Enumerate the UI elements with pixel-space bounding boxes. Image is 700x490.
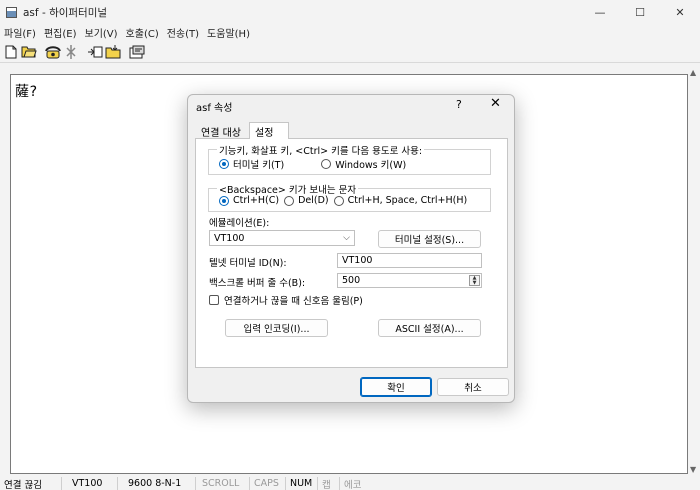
function-keys-legend: 기능키, 화살표 키, <Ctrl> 키를 다음 용도로 사용: <box>217 143 425 157</box>
call-icon[interactable] <box>44 43 62 61</box>
open-folder-icon[interactable] <box>20 43 38 61</box>
backscroll-value: 500 <box>342 275 361 286</box>
maximize-button[interactable]: ☐ <box>620 0 660 24</box>
radio-ctrl-h-label[interactable]: Ctrl+H(C) <box>233 195 279 206</box>
menu-bar: 파일(F) 편집(E) 보기(V) 호출(C) 전송(T) 도움말(H) <box>0 24 700 41</box>
radio-windows-keys[interactable] <box>321 159 332 169</box>
ok-button[interactable]: 확인 <box>360 377 432 397</box>
telnet-id-label: 텔넷 터미널 ID(N): <box>209 258 287 269</box>
status-port-settings: 9600 8-N-1 <box>118 477 196 490</box>
status-num: NUM <box>286 477 318 490</box>
status-scroll: SCROLL <box>196 477 250 490</box>
scroll-up-icon[interactable]: ▲ <box>690 68 696 77</box>
status-emulation: VT100 <box>62 477 118 490</box>
receive-icon[interactable] <box>104 43 122 61</box>
backspace-legend: <Backspace> 키가 보내는 문자 <box>217 182 359 196</box>
radio-ctrl-h-space[interactable] <box>333 195 344 206</box>
radio-terminal-keys-label[interactable]: 터미널 키(T) <box>233 157 284 171</box>
radio-del[interactable] <box>284 195 295 206</box>
properties-dialog: asf 속성 ? ✕ 연결 대상 설정 기능키, 화살표 키, <Ctrl> 키… <box>187 94 515 403</box>
window-title: asf - 하이퍼터미널 <box>23 6 108 19</box>
telnet-id-value: VT100 <box>342 255 373 266</box>
status-caps: CAPS <box>250 477 286 490</box>
tab-settings[interactable]: 설정 <box>249 122 289 139</box>
backscroll-stepper[interactable]: ▲ ▼ <box>469 275 480 286</box>
backscroll-field[interactable]: 500 ▲ ▼ <box>337 273 482 288</box>
new-file-icon[interactable] <box>2 43 20 61</box>
dialog-title: asf 속성 <box>196 103 233 114</box>
input-encoding-button[interactable]: 입력 인코딩(I)... <box>225 319 328 337</box>
backscroll-label: 백스크롤 버퍼 줄 수(B): <box>209 278 306 289</box>
backspace-group: <Backspace> 키가 보내는 문자 Ctrl+H(C) Del(D) C… <box>208 182 491 212</box>
backspace-options: Ctrl+H(C) Del(D) Ctrl+H, Space, Ctrl+H(H… <box>219 195 467 206</box>
settings-tab-panel: 기능키, 화살표 키, <Ctrl> 키를 다음 용도로 사용: 터미널 키(T… <box>195 138 508 368</box>
close-button[interactable]: ✕ <box>660 0 700 24</box>
disconnect-icon[interactable] <box>62 43 80 61</box>
radio-del-label[interactable]: Del(D) <box>298 195 329 206</box>
beep-checkbox[interactable] <box>209 295 219 305</box>
properties-icon[interactable] <box>128 43 146 61</box>
radio-windows-keys-label[interactable]: Windows 키(W) <box>335 157 406 171</box>
toolbar <box>0 41 700 63</box>
menu-transfer[interactable]: 전송(T) <box>163 25 203 40</box>
function-keys-options: 터미널 키(T) Windows 키(W) <box>219 157 406 171</box>
beep-checkbox-label[interactable]: 연결하거나 끊을 때 신호음 울림(P) <box>224 293 363 307</box>
status-bar: 연결 끊김 VT100 9600 8-N-1 SCROLL CAPS NUM 캡… <box>0 477 700 490</box>
menu-file[interactable]: 파일(F) <box>0 25 40 40</box>
title-bar: asf - 하이퍼터미널 — ☐ ✕ <box>0 0 700 24</box>
menu-edit[interactable]: 편집(E) <box>40 25 81 40</box>
vertical-scrollbar[interactable]: ▲ ▼ <box>688 66 700 476</box>
function-keys-group: 기능키, 화살표 키, <Ctrl> 키를 다음 용도로 사용: 터미널 키(T… <box>208 143 491 175</box>
terminal-output: 薩? <box>15 84 38 100</box>
radio-ctrl-h[interactable] <box>219 195 229 206</box>
menu-view[interactable]: 보기(V) <box>81 25 122 40</box>
status-echo: 에코 <box>344 479 362 490</box>
minimize-button[interactable]: — <box>580 0 620 24</box>
status-capture: 캡 <box>318 477 340 490</box>
send-icon[interactable] <box>86 43 104 61</box>
beep-checkbox-row[interactable]: 연결하거나 끊을 때 신호음 울림(P) <box>209 293 363 307</box>
dialog-close-button[interactable]: ✕ <box>490 96 501 111</box>
radio-terminal-keys[interactable] <box>219 159 229 169</box>
chevron-down-icon: ⌵ <box>343 233 350 243</box>
tab-connect-to[interactable]: 연결 대상 <box>196 124 246 139</box>
terminal-settings-button[interactable]: 터미널 설정(S)... <box>378 230 481 248</box>
telnet-id-field[interactable]: VT100 <box>337 253 482 268</box>
emulation-label: 에뮬레이션(E): <box>209 218 270 229</box>
emulation-select-value: VT100 <box>214 232 245 244</box>
emulation-select[interactable]: VT100 ⌵ <box>209 230 355 246</box>
hyperterminal-app-icon <box>6 6 17 18</box>
status-connection: 연결 끊김 <box>0 477 62 490</box>
scroll-down-icon[interactable]: ▼ <box>690 465 696 474</box>
radio-ctrl-h-space-label[interactable]: Ctrl+H, Space, Ctrl+H(H) <box>348 195 468 206</box>
menu-call[interactable]: 호출(C) <box>122 25 163 40</box>
ascii-settings-button[interactable]: ASCII 설정(A)... <box>378 319 481 337</box>
dialog-help-button[interactable]: ? <box>456 98 462 111</box>
cancel-button[interactable]: 취소 <box>437 378 509 396</box>
menu-help[interactable]: 도움말(H) <box>203 25 254 40</box>
